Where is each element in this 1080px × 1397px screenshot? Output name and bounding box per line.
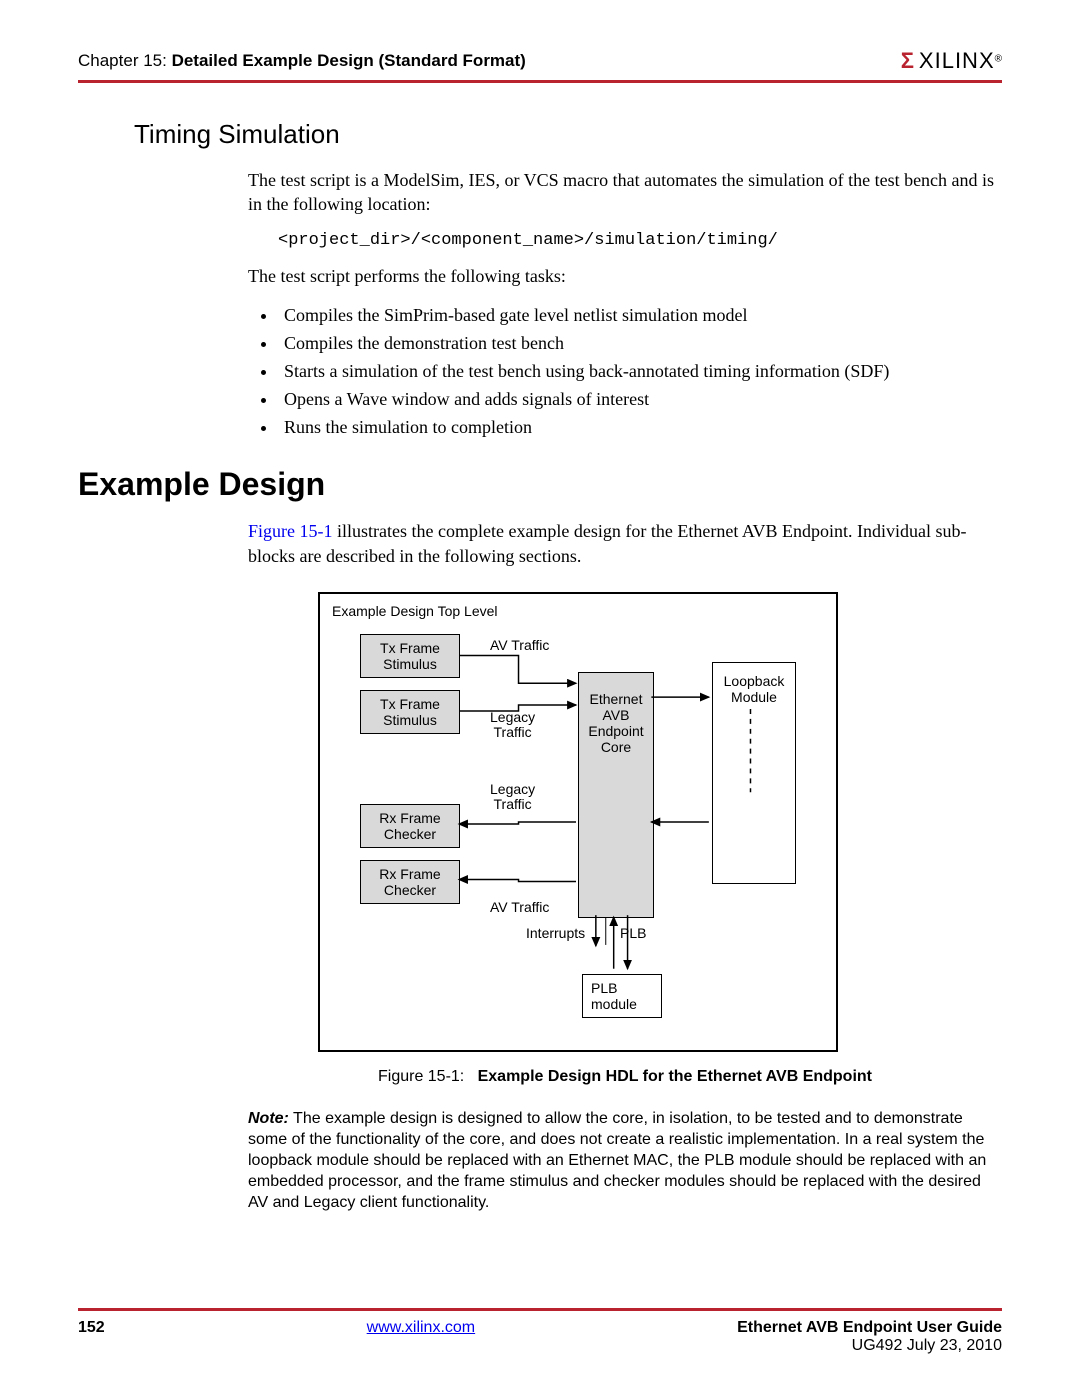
- registered-icon: ®: [995, 54, 1002, 65]
- example-intro: Figure 15-1 illustrates the complete exa…: [248, 519, 998, 568]
- list-item: Runs the simulation to completion: [278, 414, 998, 440]
- xilinx-logo: Σ XILINX®: [901, 48, 1002, 74]
- label-av-traffic-top: AV Traffic: [490, 638, 549, 653]
- intro-paragraph: The test script is a ModelSim, IES, or V…: [248, 168, 998, 217]
- box-tx-frame-stimulus-1: Tx Frame Stimulus: [360, 634, 460, 678]
- caption-title: Example Design HDL for the Ethernet AVB …: [478, 1068, 872, 1085]
- footer-doc-id: UG492 July 23, 2010: [852, 1337, 1002, 1354]
- label-interrupts: Interrupts: [526, 926, 585, 941]
- subheading-timing-simulation: Timing Simulation: [134, 119, 1002, 150]
- example-intro-rest: illustrates the complete example design …: [248, 521, 967, 565]
- footer-right: Ethernet AVB Endpoint User Guide UG492 J…: [737, 1319, 1002, 1355]
- code-path: <project_dir>/<component_name>/simulatio…: [278, 231, 1002, 250]
- chapter-title: Detailed Example Design (Standard Format…: [172, 51, 526, 70]
- figure-caption: Figure 15-1: Example Design HDL for the …: [248, 1068, 1002, 1086]
- label-legacy-traffic-1: Legacy Traffic: [490, 710, 535, 741]
- list-item: Opens a Wave window and adds signals of …: [278, 386, 998, 412]
- note-label: Note:: [248, 1110, 289, 1127]
- list-item: Compiles the SimPrim-based gate level ne…: [278, 302, 998, 328]
- task-list: Compiles the SimPrim-based gate level ne…: [278, 302, 998, 440]
- box-rx-frame-checker-1: Rx Frame Checker: [360, 804, 460, 848]
- page-number: 152: [78, 1319, 105, 1337]
- box-rx-frame-checker-2: Rx Frame Checker: [360, 860, 460, 904]
- label-av-traffic-bottom: AV Traffic: [490, 900, 549, 915]
- logo-mark-icon: Σ: [901, 48, 913, 74]
- note-body: The example design is designed to allow …: [248, 1110, 986, 1211]
- chapter-prefix: Chapter 15:: [78, 51, 167, 70]
- logo-text: XILINX: [919, 48, 995, 73]
- header-rule: [78, 80, 1002, 83]
- heading-example-design: Example Design: [78, 466, 1002, 503]
- label-plb: PLB: [620, 926, 646, 941]
- page-header: Chapter 15: Detailed Example Design (Sta…: [78, 48, 1002, 74]
- list-item: Compiles the demonstration test bench: [278, 330, 998, 356]
- box-ethernet-avb-core: Ethernet AVB Endpoint Core: [578, 672, 654, 918]
- label-legacy-traffic-2: Legacy Traffic: [490, 782, 535, 813]
- footer-guide-title: Ethernet AVB Endpoint User Guide: [737, 1319, 1002, 1337]
- list-item: Starts a simulation of the test bench us…: [278, 358, 998, 384]
- footer-rule: [78, 1308, 1002, 1311]
- box-loopback-module: Loopback Module: [712, 662, 796, 884]
- note-paragraph: Note: The example design is designed to …: [248, 1108, 998, 1214]
- tasks-intro: The test script performs the following t…: [248, 264, 998, 288]
- figure-15-1: Example Design Top Level Tx Frame Stimul…: [318, 592, 1002, 1052]
- caption-prefix: Figure 15-1:: [378, 1068, 464, 1085]
- diagram-container: Example Design Top Level Tx Frame Stimul…: [318, 592, 838, 1052]
- box-plb-module: PLB module: [582, 974, 662, 1018]
- page-footer: 152 www.xilinx.com Ethernet AVB Endpoint…: [78, 1308, 1002, 1355]
- diagram-top-label: Example Design Top Level: [332, 604, 498, 619]
- figure-reference-link[interactable]: Figure 15-1: [248, 521, 333, 541]
- box-tx-frame-stimulus-2: Tx Frame Stimulus: [360, 690, 460, 734]
- chapter-line: Chapter 15: Detailed Example Design (Sta…: [78, 51, 526, 71]
- footer-url-link[interactable]: www.xilinx.com: [367, 1319, 475, 1337]
